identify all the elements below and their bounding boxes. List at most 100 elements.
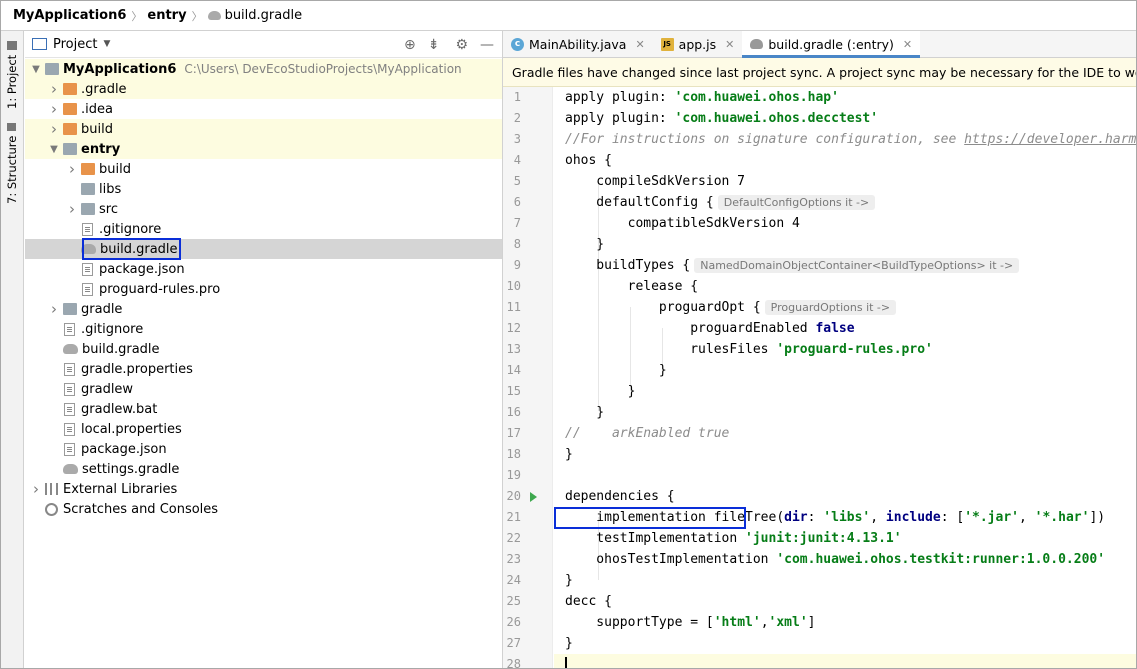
- tree-item-label: gradlew: [81, 381, 134, 397]
- close-icon[interactable]: ✕: [635, 38, 644, 51]
- ide-window: MyApplication6 〉 entry 〉 build.gradle 1:…: [0, 0, 1137, 669]
- tree-item[interactable]: › .idea: [25, 99, 502, 119]
- tree-item[interactable]: package.json: [25, 259, 502, 279]
- tree-item[interactable]: › src: [25, 199, 502, 219]
- tree-item[interactable]: › gradle: [25, 299, 502, 319]
- code-line-27: }: [554, 633, 1136, 654]
- close-icon[interactable]: ✕: [725, 38, 734, 51]
- tree-item[interactable]: .gitignore: [25, 319, 502, 339]
- tree-item-label: build.gradle: [82, 341, 160, 357]
- tab-label: build.gradle (:entry): [768, 36, 894, 52]
- tab-mainability-java[interactable]: c MainAbility.java ✕: [503, 31, 653, 57]
- tree-item[interactable]: settings.gradle: [25, 459, 502, 479]
- tree-item-label: MyApplication6: [63, 61, 177, 77]
- highlight-box-build-gradle: [82, 238, 181, 260]
- tree-item-label: local.properties: [81, 421, 182, 437]
- editor-tabs: c MainAbility.java ✕ JS app.js ✕ build.g…: [503, 31, 1136, 58]
- gradle-icon: [750, 39, 764, 49]
- close-icon[interactable]: ✕: [903, 38, 912, 51]
- run-icon[interactable]: [530, 492, 537, 502]
- tree-item-label: gradle.properties: [81, 361, 193, 377]
- project-path: C:\Users\ DevEcoStudioProjects\MyApplica…: [184, 62, 462, 76]
- gradle-icon: [63, 344, 78, 354]
- editor-pane: c MainAbility.java ✕ JS app.js ✕ build.g…: [503, 31, 1136, 668]
- structure-tool-button[interactable]: 7: Structure: [3, 123, 21, 205]
- inlay-hint: DefaultConfigOptions it ->: [717, 195, 876, 210]
- file-icon: [64, 442, 75, 456]
- code-keyword: include: [885, 510, 941, 525]
- collapse-all-icon[interactable]: ⇟: [428, 37, 440, 53]
- tree-item[interactable]: proguard-rules.pro: [25, 279, 502, 299]
- tree-item-label: libs: [99, 181, 122, 197]
- file-icon: [64, 422, 75, 436]
- code-token: supportType = [: [565, 615, 714, 630]
- code-area[interactable]: 1 2 3 4 5 6 7 8 9 10 11 12 13 14 15 16 17 18 19 20 21 22 23 24 2…: [503, 87, 1136, 668]
- chevron-right-icon: 〉: [191, 9, 203, 23]
- chevron-right-icon[interactable]: ›: [47, 300, 61, 318]
- breadcrumb-module[interactable]: entry: [147, 1, 186, 31]
- chevron-down-icon[interactable]: ▼: [29, 64, 43, 75]
- chevron-right-icon[interactable]: ›: [47, 100, 61, 118]
- tab-label: app.js: [678, 36, 717, 52]
- chevron-down-icon[interactable]: ▼: [47, 144, 61, 155]
- tree-item[interactable]: libs: [25, 179, 502, 199]
- breadcrumb-project[interactable]: MyApplication6: [13, 1, 126, 31]
- line-number: 4: [513, 153, 521, 167]
- code-link[interactable]: https://developer.harmonyos.com: [964, 132, 1136, 147]
- line-number: 23: [506, 552, 521, 566]
- line-number: 22: [506, 531, 521, 545]
- gear-icon[interactable]: ⚙: [455, 37, 468, 53]
- line-number: 9: [513, 258, 521, 272]
- tree-item[interactable]: gradlew.bat: [25, 399, 502, 419]
- code-token: }: [565, 447, 573, 462]
- tree-item[interactable]: gradlew: [25, 379, 502, 399]
- minimize-icon[interactable]: —: [480, 37, 494, 53]
- tree-item[interactable]: Scratches and Consoles: [25, 499, 502, 519]
- tab-build-gradle-entry[interactable]: build.gradle (:entry) ✕: [742, 31, 921, 58]
- code-line-18: }: [554, 444, 1136, 465]
- code-keyword: false: [815, 321, 855, 336]
- tree-item-label: Scratches and Consoles: [63, 501, 219, 517]
- tree-item[interactable]: ▼ MyApplication6 C:\Users\ DevEcoStudioPro…: [25, 59, 502, 79]
- file-icon: [82, 282, 93, 296]
- code-line-25: decc {: [554, 591, 1136, 612]
- code-string: 'proguard-rules.pro': [776, 342, 933, 357]
- code-line-6: defaultConfig {DefaultConfigOptions it -…: [554, 192, 1136, 213]
- code-token: ]): [1089, 510, 1106, 525]
- tree-item[interactable]: build.gradle: [25, 339, 502, 359]
- code-string: 'xml': [768, 615, 808, 630]
- chevron-right-icon[interactable]: ›: [47, 120, 61, 138]
- tree-item[interactable]: › External Libraries: [25, 479, 502, 499]
- code-line-4: ohos {: [554, 150, 1136, 171]
- tree-item[interactable]: › .gradle: [25, 79, 502, 99]
- project-tool-button[interactable]: 1: Project: [3, 41, 21, 126]
- gradle-icon: [63, 464, 78, 474]
- file-icon: [64, 362, 75, 376]
- code-string: 'com.huawei.ohos.testkit:runner:1.0.0.20…: [776, 552, 1106, 567]
- chevron-down-icon[interactable]: ▼: [103, 39, 110, 49]
- breadcrumb-file[interactable]: build.gradle: [225, 1, 303, 31]
- tree-item[interactable]: ▼ entry: [25, 139, 502, 159]
- tree-item[interactable]: gradle.properties: [25, 359, 502, 379]
- tree-item[interactable]: package.json: [25, 439, 502, 459]
- code-token: proguardEnabled: [565, 321, 816, 336]
- line-number: 8: [513, 237, 521, 251]
- chevron-right-icon[interactable]: ›: [65, 160, 79, 178]
- tree-item[interactable]: › build: [25, 119, 502, 139]
- code-line-8: }: [554, 234, 1136, 255]
- tree-item[interactable]: local.properties: [25, 419, 502, 439]
- project-view-selector[interactable]: Project: [53, 37, 97, 52]
- tab-app-js[interactable]: JS app.js ✕: [653, 31, 743, 57]
- js-file-icon: JS: [660, 37, 674, 51]
- line-number: 17: [506, 426, 521, 440]
- chevron-right-icon[interactable]: ›: [29, 480, 43, 498]
- chevron-right-icon[interactable]: ›: [65, 200, 79, 218]
- locate-file-icon[interactable]: ⊕: [404, 37, 416, 53]
- chevron-right-icon[interactable]: ›: [47, 80, 61, 98]
- code-token: :: [807, 510, 824, 525]
- tree-item[interactable]: .gitignore: [25, 219, 502, 239]
- code-line-23: ohosTestImplementation 'com.huawei.ohos.…: [554, 549, 1136, 570]
- file-icon: [64, 382, 75, 396]
- code-line-2: apply plugin: 'com.huawei.ohos.decctest': [554, 108, 1136, 129]
- tree-item[interactable]: › build: [25, 159, 502, 179]
